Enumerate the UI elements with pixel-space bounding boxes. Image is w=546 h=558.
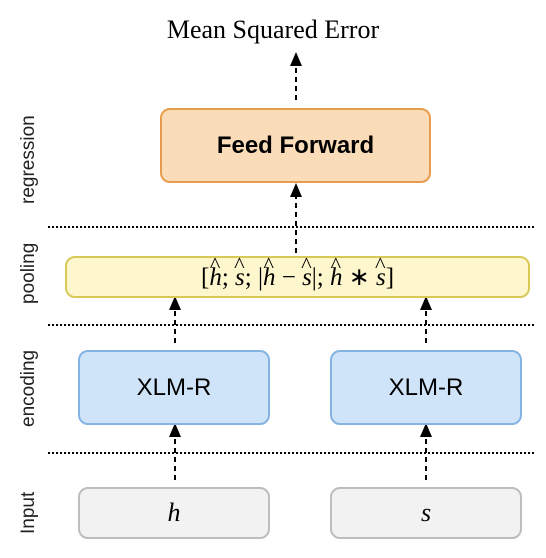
feed-forward-box: Feed Forward xyxy=(160,108,431,183)
input-s-box: s xyxy=(330,487,522,539)
pooling-formula: [h; s; |h − s|; h ∗ s] xyxy=(201,262,394,292)
feed-forward-label: Feed Forward xyxy=(217,132,374,160)
section-label-encoding: encoding xyxy=(18,350,40,427)
section-label-regression: regression xyxy=(18,115,40,204)
encoder-left-box: XLM-R xyxy=(78,350,270,425)
divider-encoding-input xyxy=(48,452,534,454)
pooling-box: [h; s; |h − s|; h ∗ s] xyxy=(65,256,530,298)
encoder-right-label: XLM-R xyxy=(389,374,464,402)
section-label-pooling: pooling xyxy=(18,243,40,304)
divider-regression-pooling xyxy=(48,226,534,228)
input-s-label: s xyxy=(421,498,431,528)
input-h-label: h xyxy=(168,498,181,528)
input-h-box: h xyxy=(78,487,270,539)
encoder-right-box: XLM-R xyxy=(330,350,522,425)
section-label-input: Input xyxy=(18,492,40,534)
encoder-left-label: XLM-R xyxy=(137,374,212,402)
divider-pooling-encoding xyxy=(48,324,534,326)
